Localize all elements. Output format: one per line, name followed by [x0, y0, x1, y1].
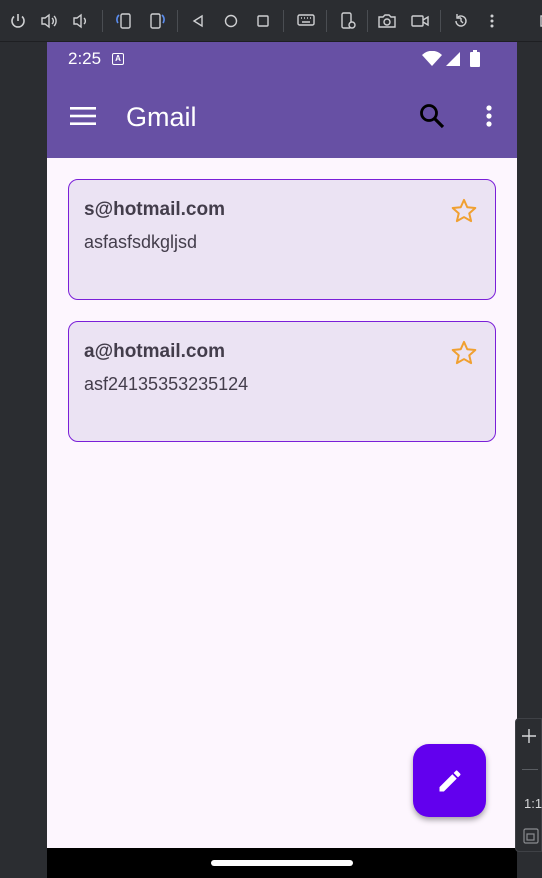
- app-title: Gmail: [126, 102, 197, 132]
- rotate-right-icon[interactable]: [145, 9, 169, 33]
- wifi-icon: [422, 51, 442, 67]
- more-vert-icon[interactable]: [475, 102, 503, 130]
- star-icon[interactable]: [450, 339, 478, 367]
- zoom-level[interactable]: 1:1: [524, 796, 542, 811]
- restore-icon[interactable]: [449, 9, 473, 33]
- compose-button[interactable]: [413, 744, 486, 817]
- edit-icon: [436, 767, 464, 795]
- overflow-icon[interactable]: [530, 9, 542, 33]
- battery-icon: [470, 50, 480, 67]
- email-card[interactable]: a@hotmail.com asf24135353235124: [68, 321, 496, 442]
- app-bar: Gmail: [47, 76, 517, 158]
- volume-up-icon[interactable]: [38, 9, 62, 33]
- device-settings-icon[interactable]: [336, 9, 360, 33]
- more-vert-icon[interactable]: [480, 9, 504, 33]
- email-sender: s@hotmail.com: [84, 199, 225, 220]
- fit-screen-icon[interactable]: [523, 828, 539, 844]
- email-sender: a@hotmail.com: [84, 341, 225, 362]
- home-icon[interactable]: [219, 9, 243, 33]
- back-icon[interactable]: [186, 9, 210, 33]
- video-icon[interactable]: [408, 9, 432, 33]
- email-preview: asfasfsdkgljsd: [84, 232, 198, 252]
- emulator-toolbar: [0, 0, 542, 42]
- signal-icon: [445, 51, 461, 67]
- status-bar: 2:25 A: [47, 42, 517, 76]
- gesture-handle[interactable]: [211, 860, 353, 866]
- volume-down-icon[interactable]: [69, 9, 93, 33]
- keyboard-icon[interactable]: [294, 9, 318, 33]
- status-time: 2:25: [68, 49, 102, 68]
- search-icon[interactable]: [418, 102, 446, 130]
- zoom-out-icon[interactable]: [522, 769, 538, 770]
- email-card[interactable]: s@hotmail.com asfasfsdkgljsd: [68, 179, 496, 300]
- power-icon[interactable]: [6, 9, 30, 33]
- notification-icon: A: [112, 53, 124, 65]
- email-preview: asf24135353235124: [84, 374, 249, 394]
- menu-icon[interactable]: [69, 102, 97, 130]
- camera-icon[interactable]: [375, 9, 399, 33]
- star-icon[interactable]: [450, 197, 478, 225]
- zoom-panel: 1:1: [515, 718, 542, 852]
- device-screen: 2:25 A Gmail s@hotmail.com asfasfsdkgljs…: [47, 42, 517, 878]
- zoom-in-icon[interactable]: [521, 728, 537, 744]
- overview-icon[interactable]: [251, 9, 275, 33]
- rotate-left-icon[interactable]: [112, 9, 136, 33]
- navigation-bar: [47, 848, 517, 878]
